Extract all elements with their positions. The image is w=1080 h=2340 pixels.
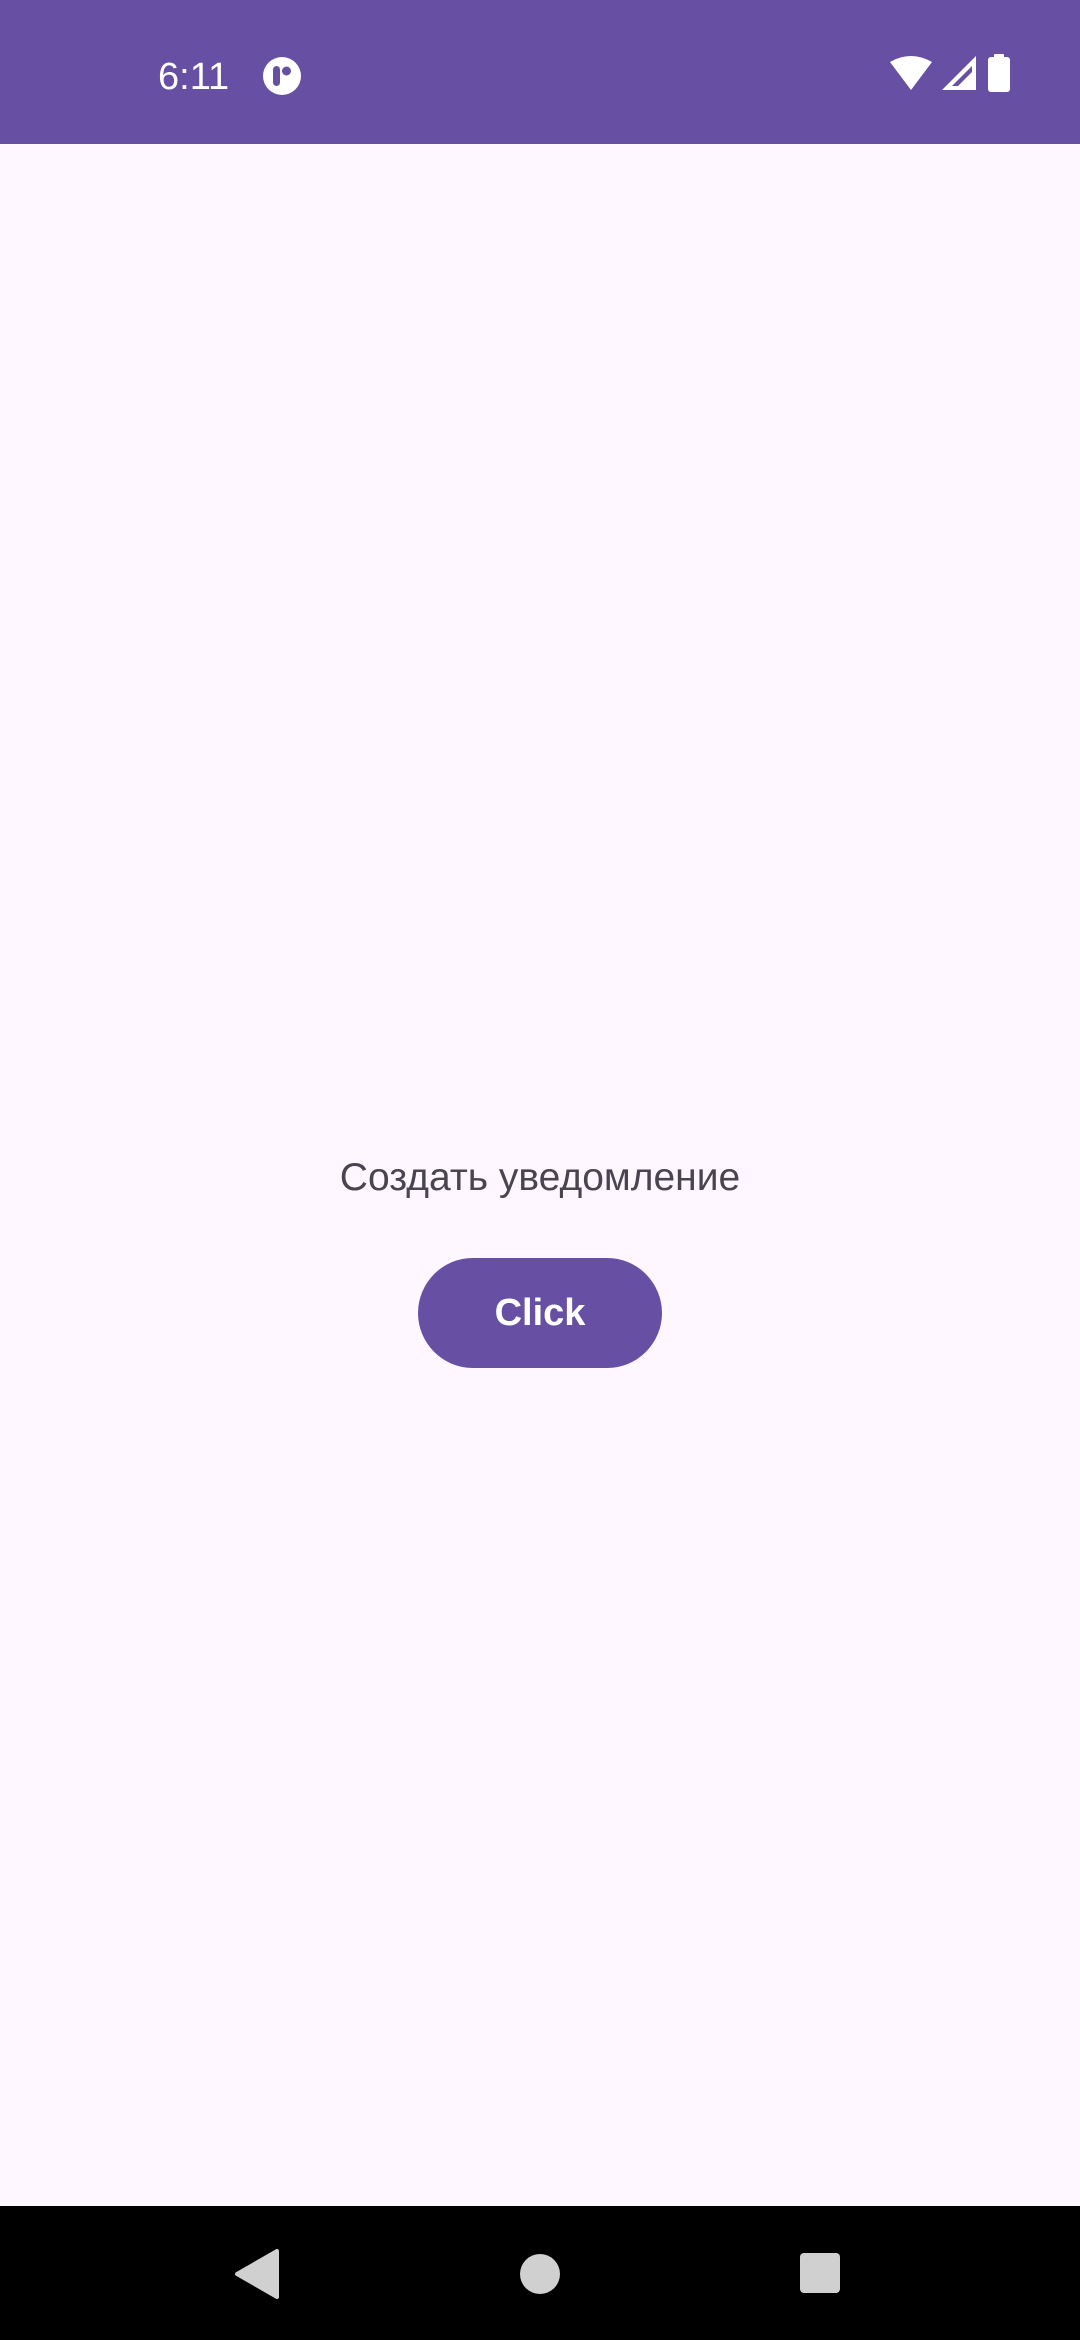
status-bar: 6:11: [0, 0, 1080, 144]
recents-icon[interactable]: [799, 2252, 841, 2294]
cellular-signal-icon: [942, 56, 976, 90]
click-button[interactable]: Click: [418, 1258, 662, 1368]
home-icon[interactable]: [519, 2253, 561, 2295]
app-notification-icon: [263, 57, 301, 95]
status-time: 6:11: [158, 56, 230, 98]
status-icons: [860, 54, 1080, 98]
main-content: Создать уведомление Click: [0, 144, 1080, 2206]
back-icon[interactable]: [233, 2249, 279, 2299]
wifi-icon: [890, 56, 932, 90]
navigation-bar: [0, 2206, 1080, 2340]
create-notification-label: Создать уведомление: [339, 1156, 741, 1199]
app-screen: 6:11 Создать уведомление Click: [0, 0, 1080, 2340]
battery-icon: [988, 54, 1010, 92]
